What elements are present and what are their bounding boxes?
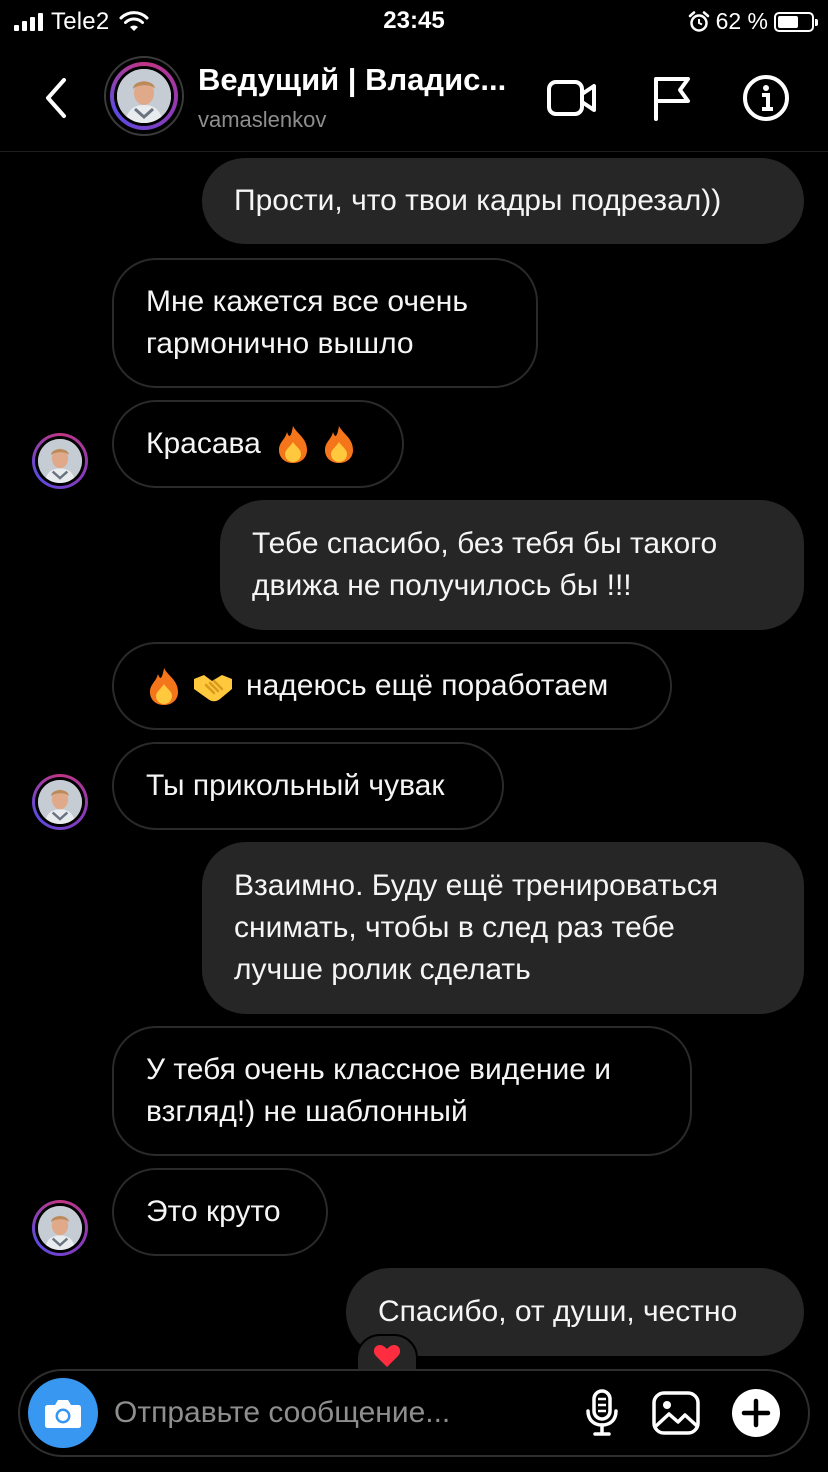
message-input[interactable] xyxy=(114,1389,554,1437)
message-received[interactable]: Это круто xyxy=(112,1168,328,1256)
heart-icon xyxy=(373,1345,401,1367)
message-reaction[interactable] xyxy=(356,1334,418,1374)
fire-emoji-icon xyxy=(278,426,307,463)
contact-name[interactable]: Ведущий | Владис... xyxy=(198,62,534,98)
gallery-button[interactable] xyxy=(650,1387,702,1439)
microphone-icon xyxy=(586,1389,618,1436)
info-button[interactable] xyxy=(740,72,792,124)
message-sent[interactable]: Прости, что твои кадры подрезал)) xyxy=(202,158,804,244)
message-text: надеюсь ещё поработаем xyxy=(246,669,609,702)
message-text: У тебя очень классное видение и взгляд!)… xyxy=(146,1053,612,1128)
message-sent[interactable]: Тебе спасибо, без тебя бы такого движа н… xyxy=(220,500,804,630)
story-ring xyxy=(110,62,178,130)
message-text: Взаимно. Буду ещё тренироваться снимать,… xyxy=(234,869,719,986)
message-sent[interactable]: Взаимно. Буду ещё тренироваться снимать,… xyxy=(202,842,804,1014)
message-received[interactable]: Ты прикольный чувак xyxy=(112,742,504,830)
dm-thread-screen: Tele2 23:45 62 % Ведущий | Владис... vam… xyxy=(0,0,828,1472)
message-received[interactable]: У тебя очень классное видение и взгляд!)… xyxy=(112,1026,692,1156)
sender-avatar[interactable] xyxy=(32,433,88,489)
battery-icon xyxy=(774,11,818,32)
message-text: Мне кажется все очень гармонично вышло xyxy=(146,285,468,360)
message-text: Это круто xyxy=(146,1195,281,1228)
message-text: Красава xyxy=(146,427,261,460)
flag-icon xyxy=(654,77,690,121)
handshake-emoji-icon xyxy=(194,675,232,702)
avatar-photo xyxy=(38,780,82,824)
back-icon xyxy=(46,78,66,118)
message-received[interactable]: надеюсь ещё поработаем xyxy=(112,642,672,730)
gallery-icon xyxy=(652,1391,700,1435)
camera-icon xyxy=(45,1400,81,1428)
info-icon xyxy=(743,75,789,121)
contact-username[interactable]: vamaslenkov xyxy=(198,107,326,133)
avatar-photo xyxy=(38,1206,82,1250)
message-composer xyxy=(18,1369,810,1457)
sender-avatar[interactable] xyxy=(32,774,88,830)
back-button[interactable] xyxy=(32,70,80,126)
avatar-photo xyxy=(117,69,171,123)
voice-message-button[interactable] xyxy=(576,1387,628,1439)
chat-header: Ведущий | Владис... vamaslenkov xyxy=(0,44,828,152)
message-received[interactable]: Мне кажется все очень гармонично вышло xyxy=(112,258,538,388)
status-right: 62 % xyxy=(688,8,818,35)
fire-emoji-icon xyxy=(324,426,353,463)
message-text: Ты прикольный чувак xyxy=(146,769,445,802)
sender-avatar[interactable] xyxy=(32,1200,88,1256)
message-text: Прости, что твои кадры подрезал)) xyxy=(234,184,722,217)
video-call-icon xyxy=(547,80,596,116)
fire-emoji-icon xyxy=(150,668,178,705)
plus-icon xyxy=(732,1389,780,1437)
more-actions-button[interactable] xyxy=(730,1387,782,1439)
message-sent[interactable]: Спасибо, от души, честно xyxy=(346,1268,804,1356)
avatar-photo xyxy=(38,439,82,483)
video-call-button[interactable] xyxy=(546,72,598,124)
alarm-icon xyxy=(688,10,709,32)
report-button[interactable] xyxy=(644,72,696,124)
message-text: Тебе спасибо, без тебя бы такого движа н… xyxy=(252,527,718,602)
message-text: Спасибо, от души, честно xyxy=(378,1295,738,1328)
battery-percent: 62 % xyxy=(715,8,768,34)
header-avatar[interactable] xyxy=(104,56,184,136)
message-received[interactable]: Красава xyxy=(112,400,404,488)
status-bar: Tele2 23:45 62 % xyxy=(0,0,828,44)
camera-button[interactable] xyxy=(28,1378,98,1448)
